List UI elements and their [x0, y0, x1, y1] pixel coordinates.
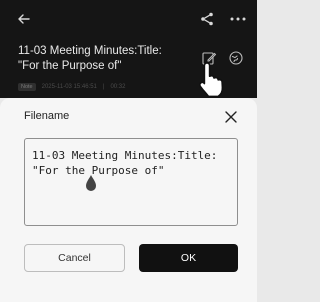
globe-icon[interactable]	[228, 50, 244, 66]
hand-pointer-icon	[199, 62, 224, 98]
cancel-button[interactable]: Cancel	[24, 244, 125, 272]
note-timestamp: 2025-11-03 15:46:51	[41, 84, 97, 90]
ok-button[interactable]: OK	[139, 244, 238, 272]
rename-dialog: Filename 11-03 Meeting Minutes:Title: "F…	[0, 98, 257, 302]
note-duration: 00:32	[110, 84, 126, 90]
screen: 11-03 Meeting Minutes:Title: "For the Pu…	[0, 0, 257, 302]
close-icon[interactable]	[223, 109, 239, 125]
share-icon[interactable]	[199, 11, 215, 27]
arrow-left-icon[interactable]	[16, 11, 32, 27]
top-bar	[0, 0, 257, 40]
meta-separator: |	[102, 84, 105, 90]
note-badge: Note	[18, 83, 36, 91]
more-dots-icon[interactable]	[229, 11, 247, 27]
note-meta: Note 2025-11-03 15:46:51 | 00:32	[18, 82, 208, 92]
text-drop-handle-icon[interactable]	[84, 173, 98, 193]
filename-input[interactable]: 11-03 Meeting Minutes:Title: "For the Pu…	[24, 138, 238, 226]
dialog-title: Filename	[24, 110, 70, 122]
note-title: 11-03 Meeting Minutes:Title: "For the Pu…	[18, 45, 162, 72]
